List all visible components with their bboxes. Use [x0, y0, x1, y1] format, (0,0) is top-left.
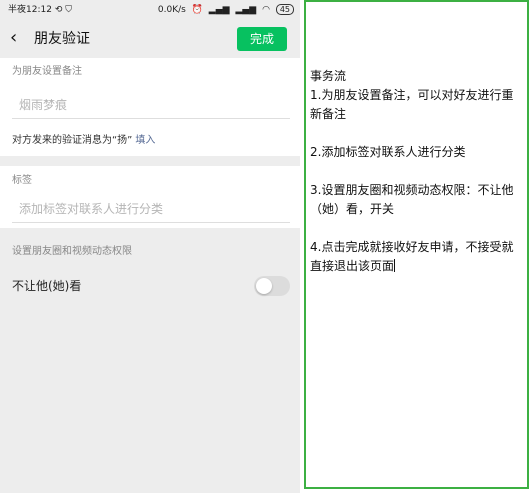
- verify-message-line: 对方发来的验证消息为“扬” 填入: [12, 134, 155, 148]
- tags-section: 标签: [0, 166, 300, 228]
- note-line: 3.设置朋友圈和视频动态权限：不让他（她）看，开关: [310, 183, 514, 216]
- status-left: 半夜12:12 ⟲ ⛉: [8, 0, 72, 20]
- note-blank-line: [310, 219, 525, 238]
- text-caret: [394, 259, 396, 272]
- verify-message: 对方发来的验证消息为“扬”: [12, 135, 133, 146]
- permissions-label: 设置朋友圈和视频动态权限: [12, 246, 132, 257]
- tags-label: 标签: [12, 175, 32, 186]
- remark-input[interactable]: [19, 96, 279, 114]
- page-title: 朋友验证: [34, 31, 90, 47]
- note-line-last: 4.点击完成就接收好友申请，不接受就直接退出该页面: [310, 238, 525, 276]
- tags-input[interactable]: [19, 200, 279, 218]
- remark-field[interactable]: [12, 90, 290, 119]
- remark-section: 为朋友设置备注 对方发来的验证消息为“扬”填入: [0, 58, 300, 156]
- battery-icon: 45: [275, 4, 294, 15]
- note-panel: 事务流 1.为朋友设置备注，可以对好友进行重新备注 2.添加标签对联系人进行分类…: [304, 0, 529, 489]
- note-blank-line: [310, 162, 525, 181]
- signal-icon: ▂▄▆: [235, 5, 257, 15]
- note-line: 2.添加标签对联系人进行分类: [310, 145, 466, 159]
- signal-icon: ▂▄▆: [208, 5, 230, 15]
- chevron-left-icon[interactable]: ‹: [10, 28, 28, 48]
- status-time: 半夜12:12: [8, 5, 52, 15]
- sync-icon: ⟲: [54, 5, 63, 15]
- tags-field[interactable]: [12, 194, 290, 223]
- phone-screen: 半夜12:12 ⟲ ⛉ 0.0K/s ⏰ ▂▄▆ ▂▄▆ ◠ 45 ‹ 朋友验证…: [0, 0, 302, 493]
- note-line: 1.为朋友设置备注，可以对好友进行重新备注: [310, 88, 514, 121]
- done-button[interactable]: 完成: [237, 27, 287, 51]
- hide-moments-label: 不让他(她)看: [12, 279, 82, 293]
- status-bar: 半夜12:12 ⟲ ⛉ 0.0K/s ⏰ ▂▄▆ ▂▄▆ ◠ 45: [0, 0, 300, 20]
- remark-label: 为朋友设置备注: [12, 66, 82, 77]
- status-right: 0.0K/s ⏰ ▂▄▆ ▂▄▆ ◠ 45: [155, 0, 294, 20]
- note-line: 事务流: [310, 69, 347, 83]
- alarm-icon: ⏰: [191, 5, 203, 15]
- network-speed: 0.0K/s: [157, 5, 186, 15]
- toggle-knob[interactable]: [256, 278, 272, 294]
- nav-bar: ‹ 朋友验证 完成: [0, 20, 300, 58]
- wifi-icon: ◠: [262, 5, 270, 15]
- note-text[interactable]: 事务流 1.为朋友设置备注，可以对好友进行重新备注 2.添加标签对联系人进行分类…: [310, 67, 525, 276]
- hide-moments-toggle[interactable]: [254, 276, 290, 296]
- note-blank-line: [310, 124, 525, 143]
- fill-in-link[interactable]: 填入: [135, 135, 155, 146]
- shield-icon: ⛉: [65, 5, 72, 15]
- note-last-text: 4.点击完成就接收好友申请，不接受就直接退出该页面: [310, 240, 514, 273]
- content-area: 为朋友设置备注 对方发来的验证消息为“扬”填入 标签 设置朋友圈和视频动态权限 …: [0, 58, 300, 493]
